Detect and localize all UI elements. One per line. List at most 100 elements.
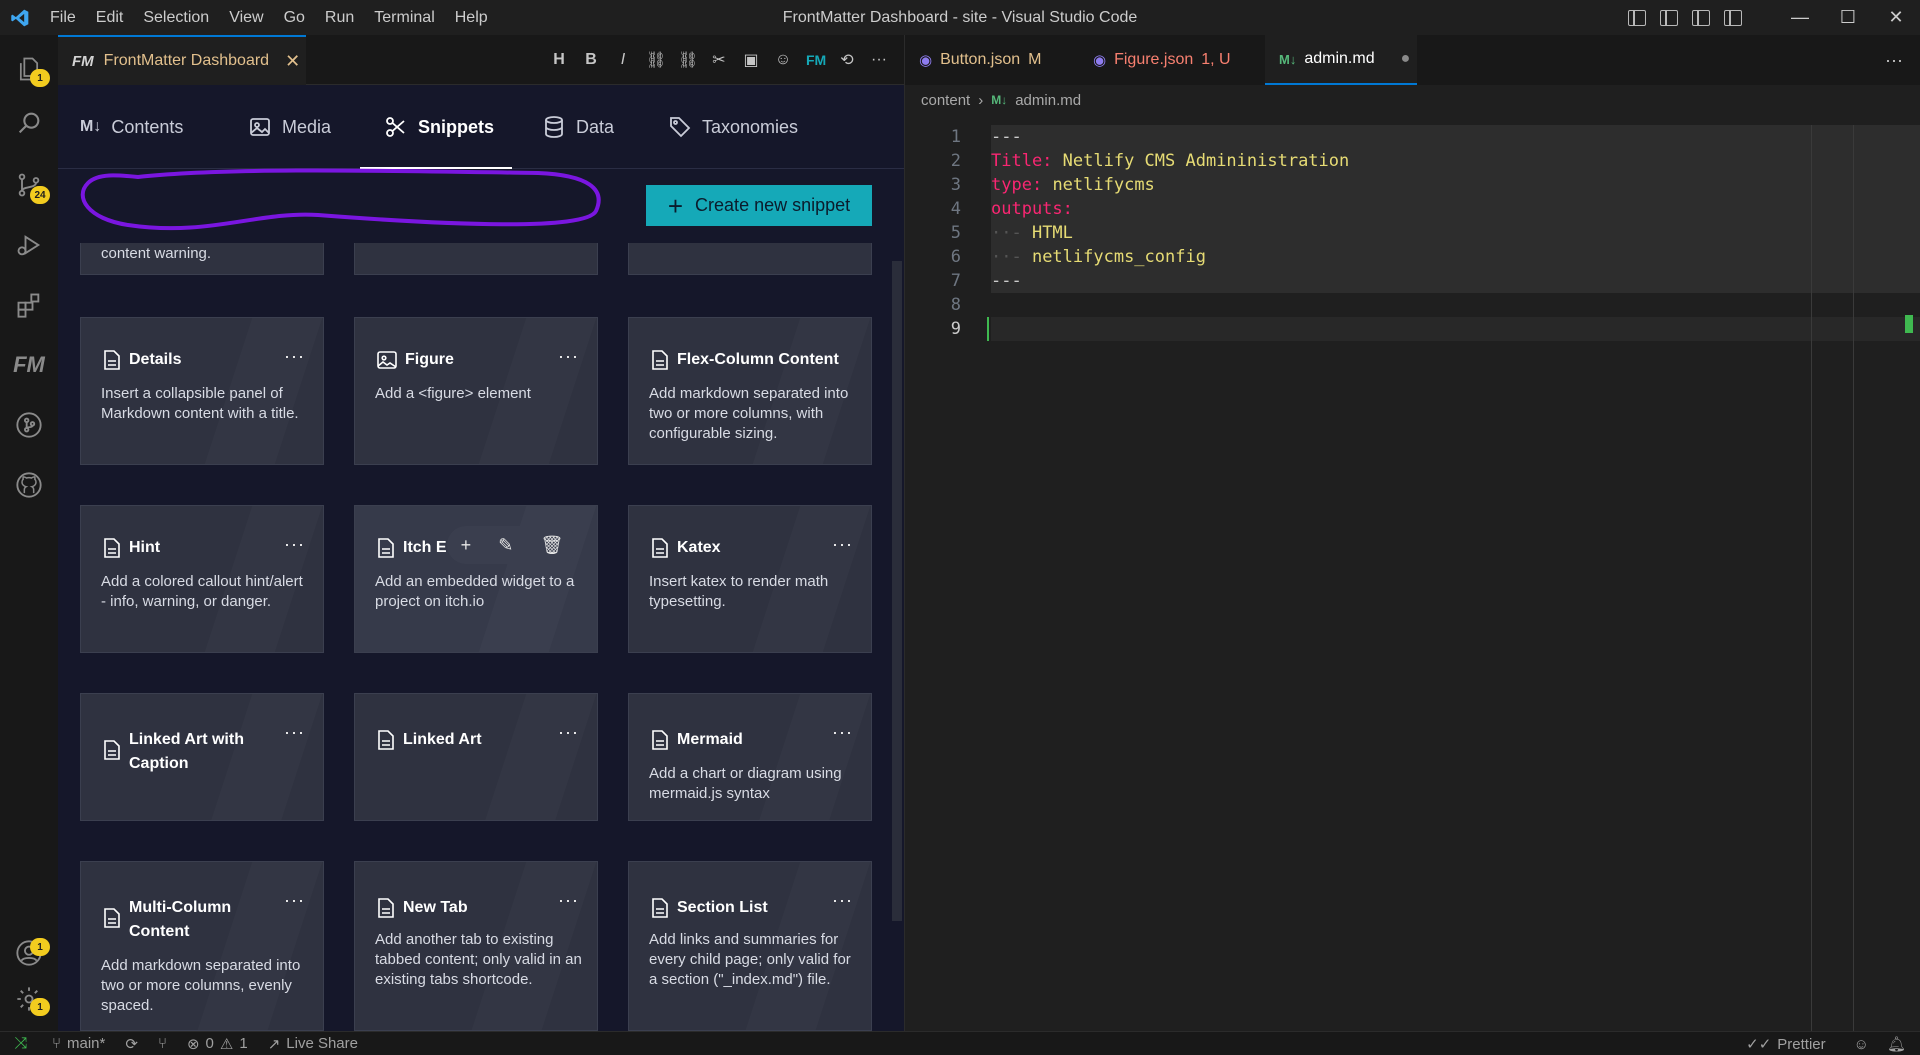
warning-icon: ⚠ bbox=[219, 1035, 234, 1053]
preview-icon[interactable]: ⟲ bbox=[838, 50, 856, 70]
tab-contents[interactable]: M↓ Contents bbox=[80, 103, 183, 151]
card-header: Flex-Column Content bbox=[651, 348, 849, 372]
menu-help[interactable]: Help bbox=[445, 0, 498, 35]
snippet-card-figure[interactable]: Figure ··· Add a <figure> element bbox=[354, 317, 598, 465]
card-menu-icon[interactable]: ··· bbox=[284, 890, 305, 911]
git-graph-icon[interactable] bbox=[13, 409, 45, 441]
close-icon[interactable]: ✕ bbox=[285, 51, 300, 72]
frontmatter-logo-text: FM bbox=[13, 352, 45, 377]
snippet-card-linked-art-with-caption[interactable]: Linked Art with Caption ··· bbox=[80, 693, 324, 821]
code-text: type: netlifycms bbox=[991, 173, 1155, 197]
tab-snippets[interactable]: Snippets bbox=[360, 103, 513, 169]
tab-frontmatter-dashboard[interactable]: FM FrontMatter Dashboard ✕ bbox=[58, 35, 306, 85]
delete-snippet-icon[interactable]: 🗑 bbox=[541, 535, 564, 556]
close-window-button[interactable]: ✕ bbox=[1872, 0, 1920, 35]
more-actions-icon[interactable]: ··· bbox=[870, 51, 888, 69]
customize-layout-icon[interactable] bbox=[1724, 9, 1742, 26]
menu-view[interactable]: View bbox=[219, 0, 273, 35]
card-menu-icon[interactable]: ··· bbox=[832, 890, 853, 911]
italic-icon[interactable]: I bbox=[614, 51, 632, 69]
menu-go[interactable]: Go bbox=[274, 0, 315, 35]
card-header: Linked Art bbox=[377, 728, 547, 752]
scrollbar[interactable] bbox=[892, 261, 902, 921]
snippet-card-partial[interactable] bbox=[354, 243, 598, 275]
snippet-card-details[interactable]: Details ··· Insert a collapsible panel o… bbox=[80, 317, 324, 465]
scissors-icon[interactable]: ✂ bbox=[710, 50, 728, 70]
yaml-key: Title: bbox=[991, 151, 1053, 171]
card-menu-icon[interactable]: ··· bbox=[284, 346, 305, 367]
card-description: Add markdown separated into two or more … bbox=[101, 957, 301, 1014]
tab-data[interactable]: Data bbox=[542, 103, 614, 151]
snippet-card-partial[interactable] bbox=[628, 243, 872, 275]
tab-figure-json[interactable]: ◉ Figure.json 1, U bbox=[1079, 35, 1259, 85]
search-icon[interactable] bbox=[13, 107, 45, 139]
insert-snippet-icon[interactable]: + bbox=[461, 535, 472, 556]
card-menu-icon[interactable]: ··· bbox=[832, 722, 853, 743]
card-menu-icon[interactable]: ··· bbox=[284, 722, 305, 743]
toggle-secondary-sidebar-icon[interactable] bbox=[1692, 9, 1710, 26]
frontmatter-action-icon[interactable]: FM bbox=[806, 52, 826, 68]
branch-indicator[interactable]: ⑂ main* bbox=[42, 1035, 115, 1052]
markdown-file-icon: M↓ bbox=[1279, 51, 1297, 67]
snippet-card-multi-column-content[interactable]: Multi-Column Content ··· Add markdown se… bbox=[80, 861, 324, 1031]
snippet-card-new-tab[interactable]: New Tab ··· Add another tab to existing … bbox=[354, 861, 598, 1031]
menu-run[interactable]: Run bbox=[315, 0, 364, 35]
card-menu-icon[interactable]: ··· bbox=[558, 890, 579, 911]
remote-indicator-icon[interactable]: ⤨ bbox=[0, 1032, 42, 1055]
tab-button-json[interactable]: ◉ Button.json M bbox=[905, 35, 1075, 85]
document-icon bbox=[652, 350, 668, 370]
sync-icon: ⟳ bbox=[125, 1035, 138, 1053]
tab-taxonomies[interactable]: Taxonomies bbox=[668, 103, 798, 151]
emoji-icon[interactable]: ☺ bbox=[774, 51, 792, 69]
menu-terminal[interactable]: Terminal bbox=[364, 0, 444, 35]
notifications-bell-icon[interactable]: 🔔︎ bbox=[1887, 1035, 1906, 1053]
card-menu-icon[interactable]: ··· bbox=[284, 534, 305, 555]
toggle-panel-icon[interactable] bbox=[1660, 9, 1678, 26]
snippet-card-hint[interactable]: Hint ··· Add a colored callout hint/aler… bbox=[80, 505, 324, 653]
create-new-snippet-button[interactable]: + Create new snippet bbox=[646, 185, 872, 226]
snippet-card-katex[interactable]: Katex ··· Insert katex to render math ty… bbox=[628, 505, 872, 653]
card-menu-icon[interactable]: ··· bbox=[558, 722, 579, 743]
snippet-card-mermaid[interactable]: Mermaid ··· Add a chart or diagram using… bbox=[628, 693, 872, 821]
snippet-card-section-list[interactable]: Section List ··· Add links and summaries… bbox=[628, 861, 872, 1031]
maximize-button[interactable]: ☐ bbox=[1824, 0, 1872, 35]
live-share-button[interactable]: ↗ Live Share bbox=[258, 1035, 368, 1053]
snippet-card-linked-art[interactable]: Linked Art ··· bbox=[354, 693, 598, 821]
edit-snippet-icon[interactable]: ✎ bbox=[498, 535, 513, 556]
git-graph-status-button[interactable]: ⑂ bbox=[148, 1035, 177, 1052]
snippet-card-flex-column-content[interactable]: Flex-Column Content Add markdown separat… bbox=[628, 317, 872, 465]
menu-selection[interactable]: Selection bbox=[133, 0, 219, 35]
insert-image-icon[interactable]: ▣ bbox=[742, 50, 760, 70]
extensions-icon[interactable] bbox=[13, 289, 45, 321]
heading-icon[interactable]: H bbox=[550, 51, 568, 69]
accounts-status-icon[interactable]: ☺ bbox=[1854, 1036, 1869, 1053]
bold-icon[interactable]: B bbox=[582, 51, 600, 69]
card-menu-icon[interactable]: ··· bbox=[558, 346, 579, 367]
frontmatter-icon[interactable]: FM bbox=[13, 349, 45, 381]
minimize-button[interactable]: — bbox=[1776, 0, 1824, 35]
tab-admin-md[interactable]: M↓ admin.md ● bbox=[1265, 35, 1417, 85]
sync-button[interactable]: ⟳ bbox=[115, 1035, 148, 1053]
yaml-value: Netlify CMS Admininistration bbox=[1062, 151, 1350, 171]
snippet-card-partial[interactable]: content warning. bbox=[80, 243, 324, 275]
yaml-value: netlifycms_config bbox=[1031, 247, 1206, 267]
search-input[interactable] bbox=[82, 185, 602, 225]
unlink-icon[interactable]: ⛓ bbox=[678, 50, 698, 70]
github-icon[interactable] bbox=[13, 469, 45, 501]
card-menu-icon[interactable]: ··· bbox=[832, 534, 853, 555]
breadcrumb-folder[interactable]: content bbox=[921, 92, 970, 109]
toggle-primary-sidebar-icon[interactable] bbox=[1628, 9, 1646, 26]
breadcrumb-file[interactable]: admin.md bbox=[1015, 92, 1081, 109]
tab-media[interactable]: Media bbox=[248, 103, 331, 151]
run-debug-icon[interactable] bbox=[13, 229, 45, 261]
more-actions-icon[interactable]: ··· bbox=[1885, 35, 1903, 85]
problems-indicator[interactable]: ⊗ 0 ⚠ 1 bbox=[177, 1035, 258, 1053]
menu-edit[interactable]: Edit bbox=[86, 0, 134, 35]
unsaved-dot-icon[interactable]: ● bbox=[1401, 50, 1411, 68]
link-icon[interactable]: ⛓ bbox=[646, 50, 666, 70]
prettier-label: Prettier bbox=[1777, 1035, 1826, 1053]
vscode-logo-icon bbox=[0, 0, 40, 35]
prettier-status[interactable]: ✓✓ Prettier bbox=[1736, 1035, 1836, 1054]
snippet-card-itch-embed[interactable]: Itch E + ✎ 🗑 Add an embedded widget to a… bbox=[354, 505, 598, 653]
menu-file[interactable]: File bbox=[40, 0, 86, 35]
